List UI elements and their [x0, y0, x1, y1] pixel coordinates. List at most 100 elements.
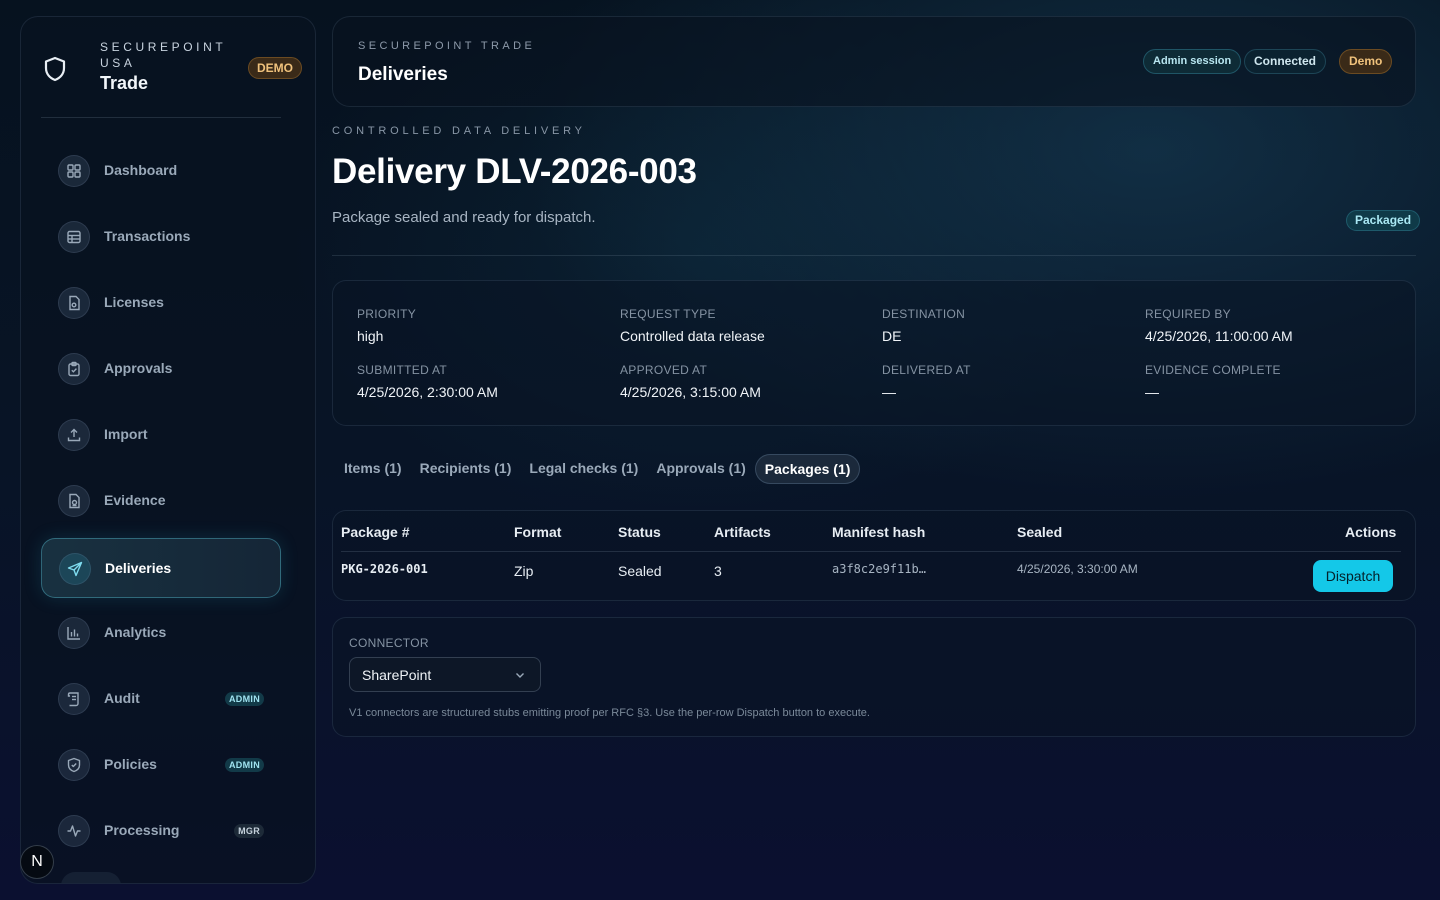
meta-label: REQUEST TYPE	[620, 307, 716, 321]
send-icon	[59, 553, 91, 585]
tab-legal-checks[interactable]: Legal checks (1)	[520, 454, 647, 484]
column-header-manifest-hash: Manifest hash	[832, 524, 926, 540]
brand-name: Trade	[100, 73, 149, 93]
meta-label: EVIDENCE COMPLETE	[1145, 363, 1281, 377]
meta-value: 4/25/2026, 11:00:00 AM	[1145, 328, 1293, 344]
clipboard-check-icon	[58, 353, 90, 385]
connection-status-pill: Connected	[1244, 49, 1327, 74]
cell-manifest-hash: a3f8c2e9f11b…	[832, 562, 926, 576]
shield-logo-icon	[44, 56, 66, 82]
sidebar-item-label: Dashboard	[104, 162, 178, 178]
column-header-status: Status	[618, 524, 661, 540]
evidence-file-icon	[58, 485, 90, 517]
sidebar-item-label: Analytics	[104, 624, 167, 640]
meta-priority: PRIORITY high	[357, 307, 597, 344]
license-file-icon	[58, 287, 90, 319]
meta-value: DE	[882, 328, 902, 344]
scroll-icon	[58, 683, 90, 715]
sidebar-item-label: Licenses	[104, 294, 164, 310]
sidebar-item-audit[interactable]: Audit ADMIN	[41, 669, 281, 729]
demo-badge: DEMO	[248, 57, 302, 79]
meta-value: high	[357, 328, 384, 344]
meta-label: PRIORITY	[357, 307, 417, 321]
table-icon	[58, 221, 90, 253]
header-title: Deliveries	[358, 64, 448, 85]
meta-destination: DESTINATION DE	[882, 307, 1122, 344]
connector-select[interactable]: SharePoint	[349, 657, 541, 692]
sidebar-item-label: Policies	[104, 756, 157, 772]
connector-card: CONNECTOR SharePoint V1 connectors are s…	[332, 617, 1416, 737]
page-divider	[332, 255, 1416, 256]
user-avatar-button[interactable]: N	[20, 845, 54, 879]
delivery-status-badge: Packaged	[1346, 210, 1421, 231]
meta-evidence-complete: EVIDENCE COMPLETE —	[1145, 363, 1385, 400]
detail-tabs: Items (1) Recipients (1) Legal checks (1…	[332, 451, 861, 487]
meta-value: —	[1145, 384, 1159, 400]
dispatch-button[interactable]: Dispatch	[1313, 560, 1393, 592]
meta-request-type: REQUEST TYPE Controlled data release	[620, 307, 860, 344]
column-header-actions: Actions	[1345, 524, 1397, 540]
admin-badge: ADMIN	[225, 758, 264, 772]
sidebar-item-approvals[interactable]: Approvals	[41, 339, 281, 399]
sidebar-item-transactions[interactable]: Transactions	[41, 207, 281, 267]
sidebar-item-analytics[interactable]: Analytics	[41, 603, 281, 663]
sidebar-item-evidence[interactable]: Evidence	[41, 471, 281, 531]
column-header-sealed: Sealed	[1017, 524, 1063, 540]
sidebar-item-policies[interactable]: Policies ADMIN	[41, 735, 281, 795]
sidebar-item-dashboard[interactable]: Dashboard	[41, 141, 281, 201]
cell-status: Sealed	[618, 563, 662, 579]
delivery-meta-card: PRIORITY high REQUEST TYPE Controlled da…	[332, 280, 1416, 426]
meta-label: APPROVED AT	[620, 363, 708, 377]
column-header-format: Format	[514, 524, 562, 540]
sidebar-item-label: Evidence	[104, 492, 166, 508]
activity-icon	[58, 815, 90, 847]
sidebar-item-label: Import	[104, 426, 148, 442]
connector-select-value: SharePoint	[362, 667, 432, 683]
meta-value: 4/25/2026, 3:15:00 AM	[620, 384, 761, 400]
page-eyebrow: CONTROLLED DATA DELIVERY	[332, 125, 586, 137]
meta-submitted-at: SUBMITTED AT 4/25/2026, 2:30:00 AM	[357, 363, 597, 400]
sidebar-item-label: Transactions	[104, 228, 191, 244]
admin-session-pill[interactable]: Admin session	[1143, 49, 1242, 74]
meta-label: REQUIRED BY	[1145, 307, 1231, 321]
grid-icon	[58, 155, 90, 187]
brand-eyebrow: SECUREPOINT USA	[100, 40, 227, 70]
page-subtitle: Package sealed and ready for dispatch.	[332, 209, 596, 226]
manager-badge: MGR	[234, 824, 264, 838]
tab-recipients[interactable]: Recipients (1)	[411, 454, 521, 484]
meta-delivered-at: DELIVERED AT —	[882, 363, 1122, 400]
packages-table: Package # Format Status Artifacts Manife…	[332, 510, 1416, 601]
tab-approvals[interactable]: Approvals (1)	[647, 454, 754, 484]
meta-label: SUBMITTED AT	[357, 363, 448, 377]
bar-chart-icon	[58, 617, 90, 649]
chevron-down-icon	[516, 673, 524, 678]
top-header: SECUREPOINT TRADE Deliveries Admin sessi…	[332, 16, 1416, 107]
sidebar-item-processing[interactable]: Processing MGR	[41, 801, 281, 861]
tab-items[interactable]: Items (1)	[335, 454, 411, 484]
sidebar-item-import[interactable]: Import	[41, 405, 281, 465]
connector-help-text: V1 connectors are structured stubs emitt…	[349, 707, 870, 719]
sidebar-divider	[41, 117, 281, 118]
cell-artifacts: 3	[714, 563, 722, 579]
meta-label: DESTINATION	[882, 307, 966, 321]
meta-value: 4/25/2026, 2:30:00 AM	[357, 384, 498, 400]
cell-package: PKG-2026-001	[341, 562, 428, 576]
sidebar-item-label: Audit	[104, 690, 140, 706]
demo-mode-pill: Demo	[1339, 49, 1393, 74]
meta-value: —	[882, 384, 896, 400]
tab-packages[interactable]: Packages (1)	[754, 454, 861, 484]
sidebar-item-licenses[interactable]: Licenses	[41, 273, 281, 333]
cell-sealed: 4/25/2026, 3:30:00 AM	[1017, 562, 1138, 576]
column-header-artifacts: Artifacts	[714, 524, 771, 540]
sidebar-item-label: Deliveries	[105, 560, 172, 576]
meta-value: Controlled data release	[620, 328, 765, 344]
meta-approved-at: APPROVED AT 4/25/2026, 3:15:00 AM	[620, 363, 860, 400]
table-divider	[341, 551, 1401, 552]
upload-icon	[58, 419, 90, 451]
brand[interactable]: SECUREPOINT USA Trade DEMO	[41, 39, 302, 99]
sidebar-item-partial	[61, 872, 121, 883]
sidebar-item-label: Processing	[104, 822, 180, 838]
sidebar-item-deliveries[interactable]: Deliveries	[41, 538, 281, 598]
page-title: Delivery DLV-2026-003	[332, 152, 697, 191]
admin-badge: ADMIN	[225, 692, 264, 706]
